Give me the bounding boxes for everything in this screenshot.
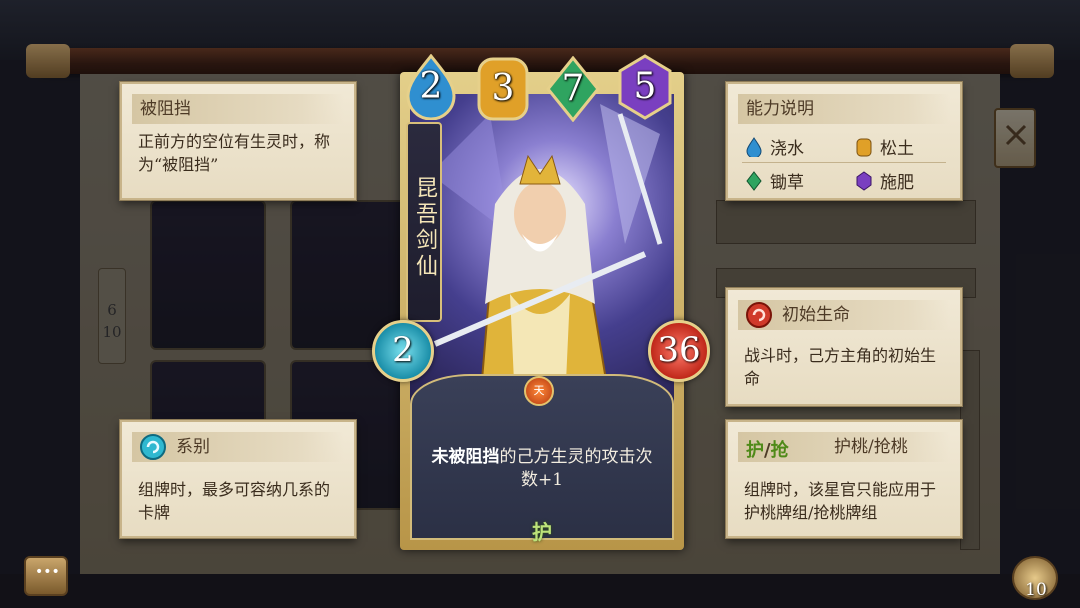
panel-body: 战斗时，己方主角的初始生命: [744, 346, 937, 388]
swordsman-portrait: [430, 104, 663, 404]
protect-badge: 护/抢: [746, 440, 789, 461]
life-stat: 36: [648, 320, 710, 382]
character-card[interactable]: 昆吾剑仙 未被阻挡的己方生灵的攻击次数+1 护 天: [400, 72, 684, 550]
panel-body: 组牌时，该星官只能应用于护桃牌组/抢桃牌组: [744, 480, 937, 522]
panel-body: 组牌时，最多可容纳几系的卡牌: [138, 480, 331, 522]
cost-gem-fertilize: 5: [618, 54, 672, 120]
keyword-protect: 护: [532, 520, 552, 544]
card-artwork: [410, 94, 674, 404]
panel-body: 正前方的空位有生灵时，称为“被阻挡”: [138, 132, 331, 174]
panel-title: 能力说明: [738, 94, 950, 124]
ability-item: 施肥: [856, 168, 914, 193]
weed-icon: [746, 170, 762, 191]
divider: [742, 162, 946, 163]
protect-info-panel: 护桃/抢桃 护/抢 组牌时，该星官只能应用于护桃牌组/抢桃牌组: [726, 420, 962, 538]
cost-gem-weed: 7: [546, 55, 600, 123]
ability-item: 浇水: [746, 134, 804, 159]
series-info-panel: 系别 组牌时，最多可容纳几系的卡牌: [120, 420, 356, 538]
card-name: 昆吾剑仙: [406, 122, 442, 322]
chat-button[interactable]: [24, 556, 68, 596]
ability-item: 松土: [856, 134, 914, 159]
ability-item: 锄草: [746, 168, 804, 193]
cost-gem-soil: 3: [476, 56, 530, 122]
fertilize-icon: [856, 170, 872, 191]
series-badge: 天: [524, 376, 554, 406]
soil-icon: [856, 138, 872, 156]
series-icon: [140, 434, 166, 460]
cost-gem-water: 2: [404, 53, 458, 121]
currency-count: 10: [1025, 580, 1047, 600]
card-description: 未被阻挡的己方生灵的攻击次数+1: [431, 447, 653, 490]
blocked-info-panel: 被阻挡 正前方的空位有生灵时，称为“被阻挡”: [120, 82, 356, 200]
water-drop-icon: [746, 136, 762, 157]
initial-life-info-panel: 初始生命 战斗时，己方主角的初始生命: [726, 288, 962, 406]
panel-title: 被阻挡: [132, 94, 344, 124]
series-stat: 2: [372, 320, 434, 382]
life-icon: [746, 302, 772, 328]
ability-info-panel: 能力说明 浇水 松土 锄草 施肥: [726, 82, 962, 200]
